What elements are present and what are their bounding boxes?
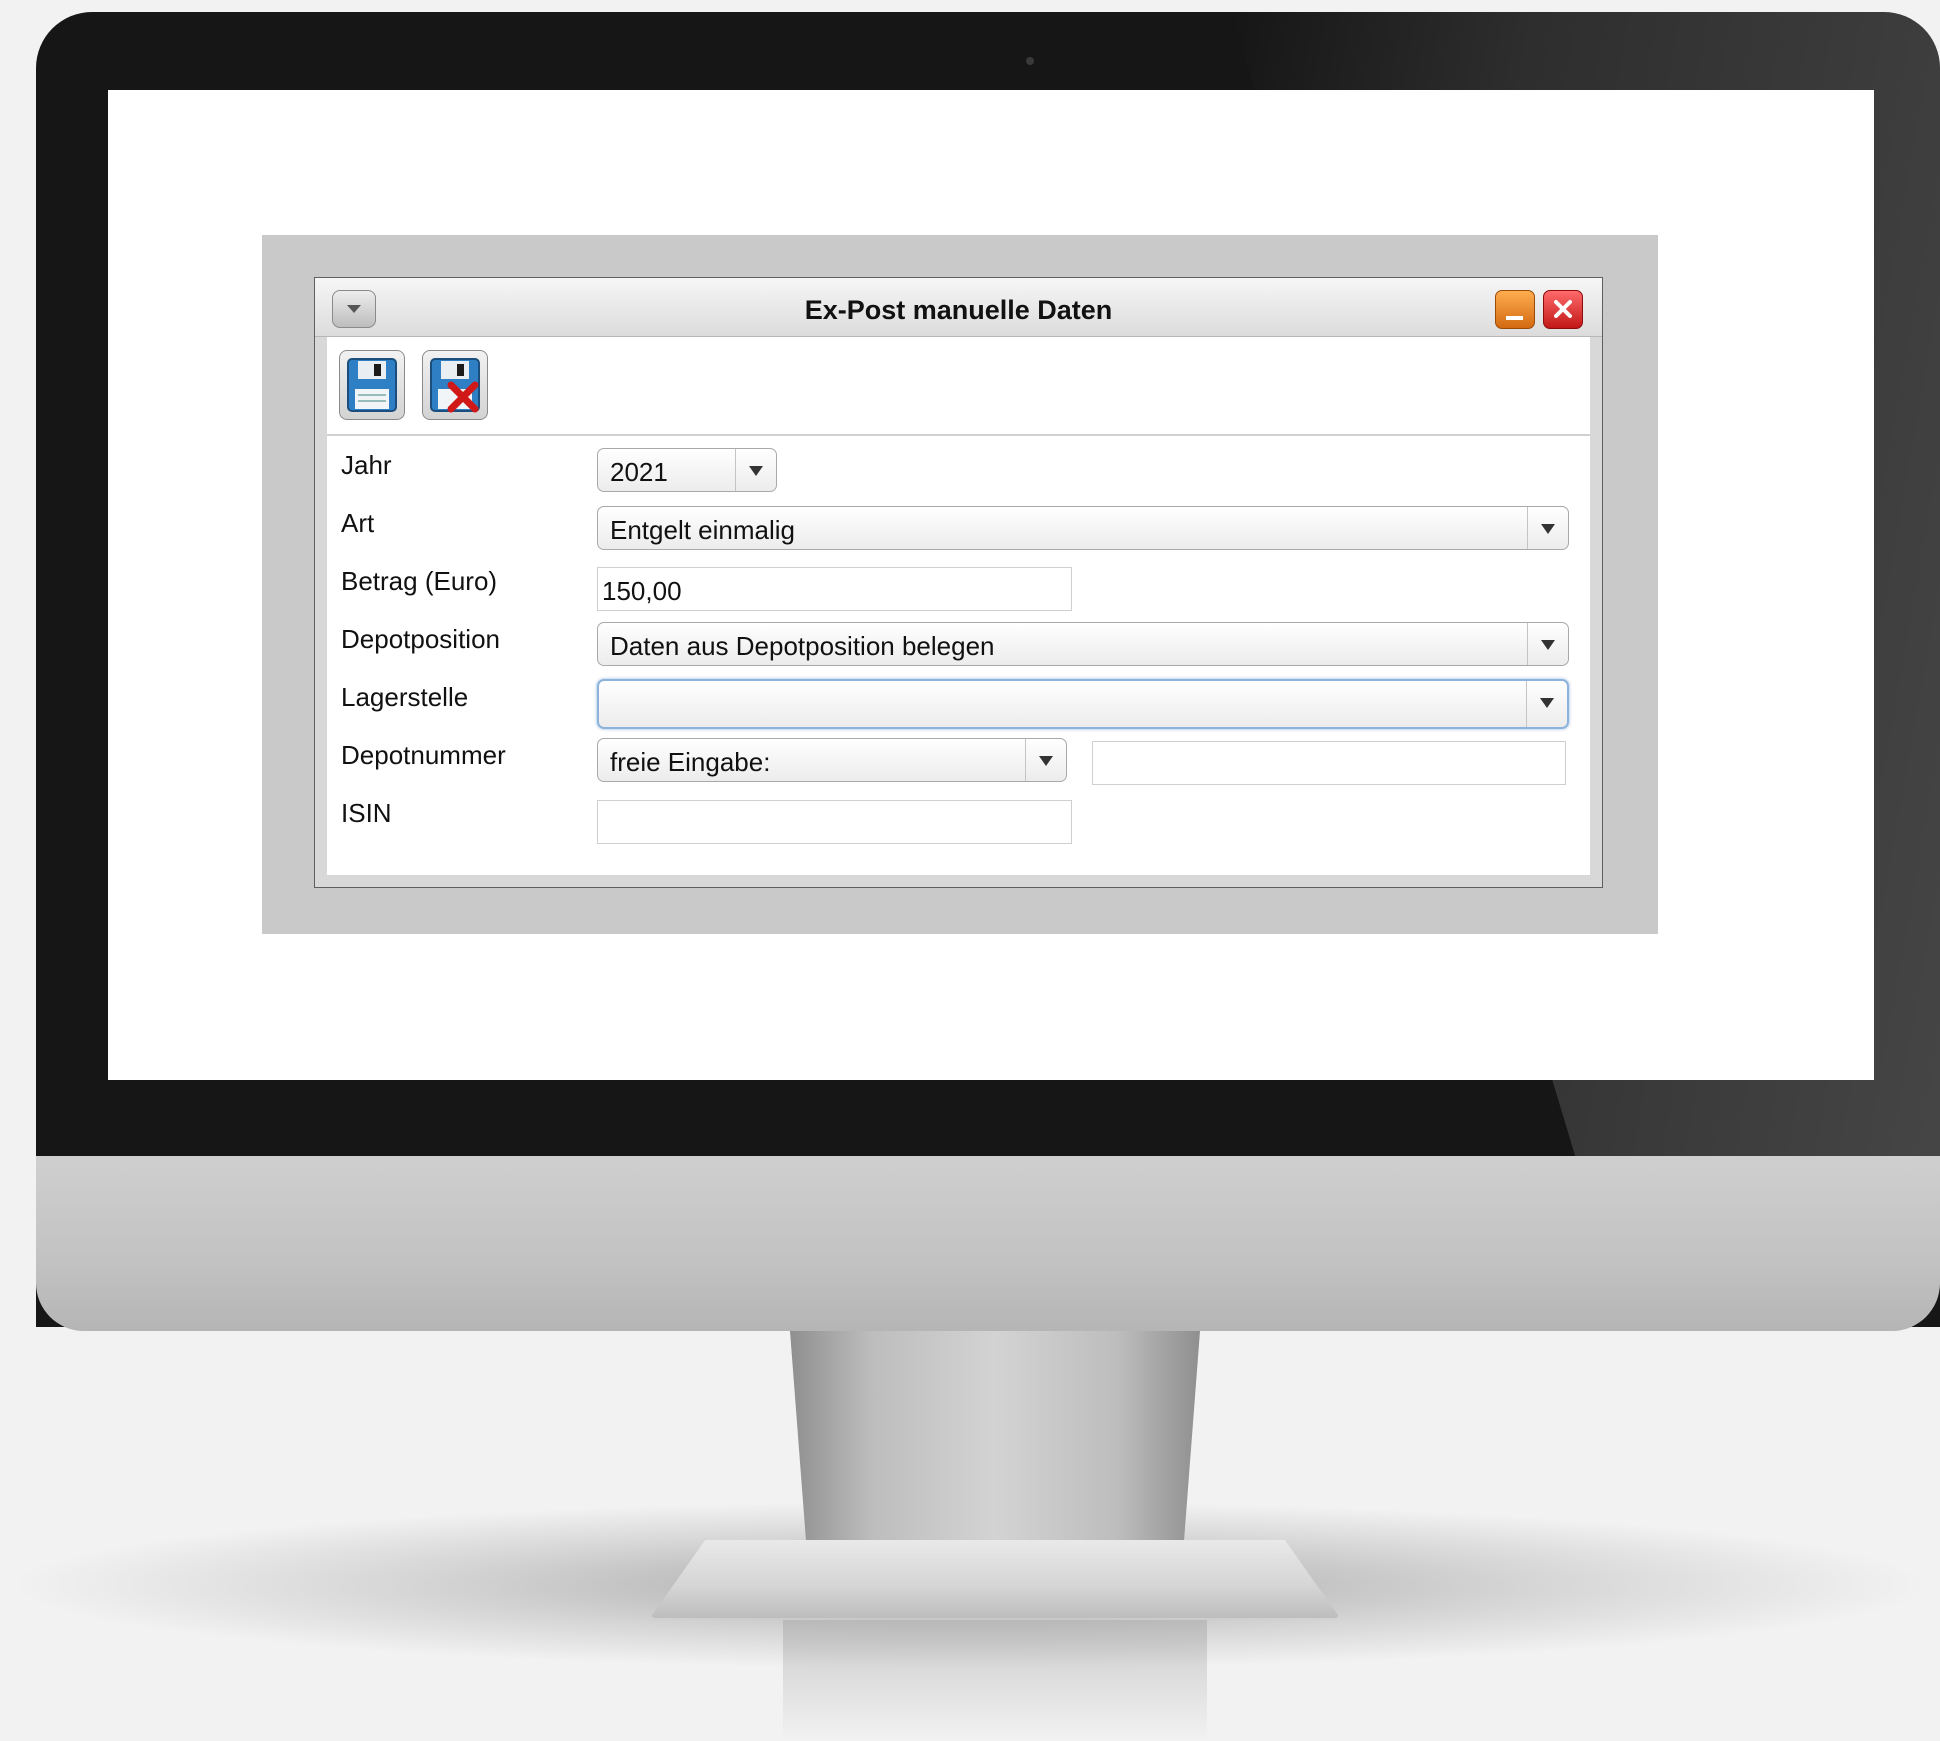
lagerstelle-label: Lagerstelle [341,682,469,712]
art-label: Art [341,508,375,538]
toolbar [327,337,1590,436]
depotposition-value: Daten aus Depotposition belegen [610,631,995,661]
title-bar[interactable]: Ex-Post manuelle Daten [315,278,1602,337]
chevron-down-icon[interactable] [1527,507,1568,549]
monitor-stand-neck [790,1331,1200,1546]
isin-label: ISIN [341,798,392,828]
chevron-down-icon[interactable] [1526,681,1567,727]
depotnummer-mode-value: freie Eingabe: [610,747,771,777]
lagerstelle-select[interactable] [597,679,1569,729]
close-button[interactable] [1543,290,1583,329]
stand-reflection [783,1620,1207,1741]
form-area: Jahr 2021 Art Entgelt einmalig Betrag (E… [327,436,1590,875]
jahr-value: 2021 [610,457,668,487]
jahr-label: Jahr [341,450,392,480]
depotnummer-mode-select[interactable]: freie Eingabe: [597,738,1067,782]
close-icon [1554,300,1572,318]
camera-dot [1026,57,1034,65]
art-value: Entgelt einmalig [610,515,795,545]
discard-button[interactable] [422,350,488,420]
depotposition-label: Depotposition [341,624,500,654]
art-select[interactable]: Entgelt einmalig [597,506,1569,550]
chevron-down-icon[interactable] [735,449,776,491]
floppy-discard-icon [430,358,480,413]
chevron-down-icon[interactable] [1527,623,1568,665]
dialog-window: Ex-Post manuelle Daten Jahr 2021 Art Ent… [314,277,1603,888]
monitor-chin [36,1156,1940,1331]
isin-input[interactable] [597,800,1072,844]
depotnummer-input[interactable] [1092,741,1566,785]
monitor-stand-base [650,1540,1340,1618]
floppy-save-icon [347,358,397,412]
betrag-input[interactable] [597,567,1072,611]
save-button[interactable] [339,350,405,420]
betrag-label: Betrag (Euro) [341,566,498,596]
jahr-select[interactable]: 2021 [597,448,777,492]
depotnummer-label: Depotnummer [341,740,506,770]
depotposition-select[interactable]: Daten aus Depotposition belegen [597,622,1569,666]
chevron-down-icon[interactable] [1025,739,1066,781]
window-title: Ex-Post manuelle Daten [804,295,1113,325]
minimize-button[interactable] [1495,290,1535,329]
